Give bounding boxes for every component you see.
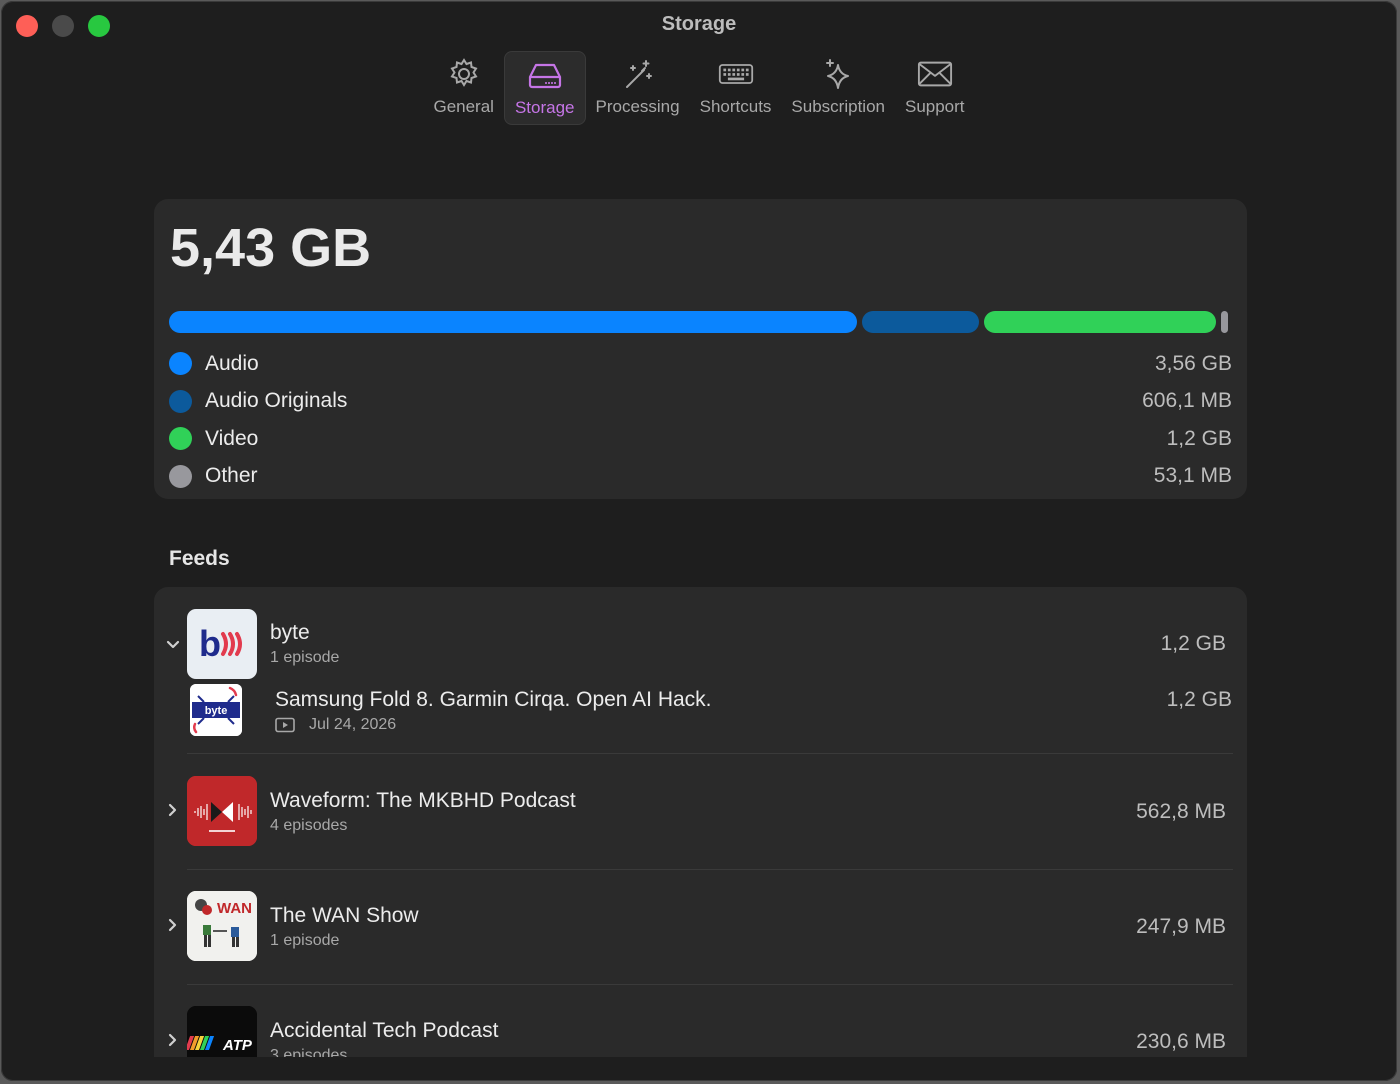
feed-name: byte [270, 621, 310, 644]
episode-date: Jul 24, 2026 [309, 716, 397, 733]
total-storage: 5,43 GB [170, 218, 372, 278]
feed-name: Accidental Tech Podcast [270, 1019, 499, 1042]
episode-size: 1,2 GB [1166, 688, 1232, 711]
feed-name: Waveform: The MKBHD Podcast [270, 789, 576, 812]
feed-episode-count: 1 episode [270, 649, 340, 666]
feed-name: The WAN Show [270, 904, 419, 927]
storage-legend: Audio 3,56 GB Audio Originals 606,1 MB V… [169, 345, 1232, 495]
other-swatch [169, 464, 192, 488]
storage-window: Storage General Storage Processing Short… [1, 1, 1397, 1081]
feed-row-waveform[interactable]: Waveform: The MKBHD Podcast 4 episodes 5… [154, 754, 1247, 869]
chevron-right-icon[interactable] [165, 917, 181, 933]
tab-label: Subscription [791, 97, 885, 116]
svg-text:b: b [199, 623, 221, 664]
feed-size: 230,6 MB [1136, 1030, 1226, 1053]
feed-row-byte[interactable]: b byte 1 episode 1,2 GB byte Samsung Fol… [154, 587, 1247, 753]
svg-text:WAN: WAN [217, 900, 252, 917]
envelope-icon [917, 61, 952, 87]
tab-label: Storage [514, 98, 575, 117]
legend-name: Other [205, 464, 258, 488]
tab-subscription[interactable]: Subscription [781, 51, 895, 117]
chevron-down-icon[interactable] [165, 637, 181, 653]
tab-shortcuts[interactable]: Shortcuts [690, 51, 782, 117]
legend-row-audio-originals: Audio Originals 606,1 MB [169, 383, 1232, 421]
atp-artwork: ATP [187, 1006, 257, 1057]
svg-text:byte: byte [205, 705, 228, 717]
feed-size: 1,2 GB [1160, 632, 1226, 655]
tab-processing[interactable]: Processing [586, 51, 690, 117]
legend-name: Audio Originals [205, 389, 348, 413]
tab-general[interactable]: General [423, 51, 503, 117]
usage-segment-video [984, 311, 1216, 333]
drive-icon [528, 63, 561, 89]
chevron-right-icon[interactable] [165, 1032, 181, 1048]
feed-row-accidental-tech-podcast[interactable]: ATP Accidental Tech Podcast 3 episodes 2… [154, 985, 1247, 1057]
wan-show-artwork: WAN [187, 891, 257, 961]
legend-name: Video [205, 426, 259, 450]
feed-episode-count: 4 episodes [270, 817, 348, 834]
feed-size: 562,8 MB [1136, 800, 1226, 823]
legend-row-video: Video 1,2 GB [169, 420, 1232, 458]
feed-row-wan-show[interactable]: WAN The WAN Show 1 episode 247,9 MB [154, 870, 1247, 985]
audio-swatch [169, 352, 192, 376]
feed-size: 247,9 MB [1136, 915, 1226, 938]
tab-label: Shortcuts [699, 97, 772, 116]
legend-size: 606,1 MB [1142, 389, 1232, 413]
feed-episode-count: 3 episodes [270, 1047, 348, 1057]
svg-text:ATP: ATP [222, 1037, 253, 1054]
storage-summary-panel: 5,43 GB Audio 3,56 GB Audio Originals 60… [154, 199, 1247, 499]
episode-artwork: byte [190, 684, 242, 736]
storage-usage-bar [169, 311, 1233, 333]
legend-row-other: Other 53,1 MB [169, 458, 1232, 496]
video-icon [275, 717, 295, 733]
legend-name: Audio [205, 351, 259, 375]
audio-originals-swatch [169, 389, 192, 413]
feeds-heading: Feeds [169, 547, 230, 570]
usage-segment-audio [169, 311, 857, 333]
magic-wand-icon [625, 60, 652, 88]
window-title: Storage [661, 13, 737, 35]
feeds-list: b byte 1 episode 1,2 GB byte Samsung Fol… [154, 587, 1247, 1057]
legend-size: 53,1 MB [1153, 464, 1232, 488]
episode-meta: Jul 24, 2026 [275, 716, 396, 734]
keyboard-icon [718, 64, 753, 84]
tab-label: Processing [595, 97, 680, 116]
usage-segment-other [1221, 311, 1228, 333]
tab-label: Support [904, 97, 965, 116]
video-swatch [169, 427, 192, 451]
gear-icon [450, 58, 478, 87]
episode-title: Samsung Fold 8. Garmin Cirqa. Open AI Ha… [275, 688, 712, 711]
byte-artwork: b [187, 609, 257, 679]
chevron-right-icon[interactable] [165, 802, 181, 818]
settings-toolbar: General Storage Processing Shortcuts Sub… [1, 51, 1397, 125]
legend-row-audio: Audio 3,56 GB [169, 345, 1232, 383]
usage-segment-audio-originals [862, 311, 979, 333]
tab-storage[interactable]: Storage [503, 51, 586, 125]
feed-episode-count: 1 episode [270, 932, 340, 949]
tab-label: General [433, 97, 494, 116]
sparkles-icon [826, 59, 850, 89]
legend-size: 1,2 GB [1166, 426, 1232, 450]
waveform-artwork [187, 776, 257, 846]
tab-support[interactable]: Support [895, 51, 975, 117]
legend-size: 3,56 GB [1154, 351, 1232, 375]
